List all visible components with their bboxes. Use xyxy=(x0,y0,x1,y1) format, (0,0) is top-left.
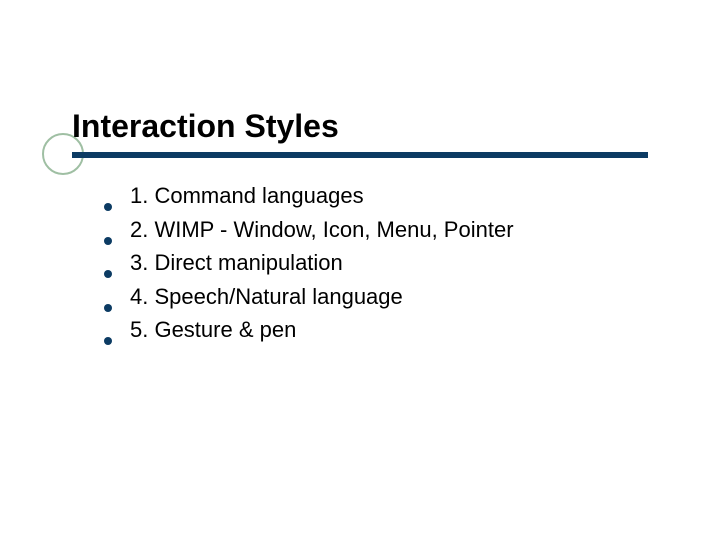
list-item: 4. Speech/Natural language xyxy=(104,283,644,312)
list-item: 2. WIMP - Window, Icon, Menu, Pointer xyxy=(104,216,644,245)
slide-title: Interaction Styles xyxy=(72,108,648,145)
bullet-icon xyxy=(104,237,112,245)
title-underline xyxy=(72,152,648,158)
list-item: 1. Command languages xyxy=(104,182,644,211)
slide-container: Interaction Styles 1. Command languages … xyxy=(0,0,720,540)
list-item-text: 4. Speech/Natural language xyxy=(130,283,403,312)
bullet-icon xyxy=(104,337,112,345)
list-item-text: 5. Gesture & pen xyxy=(130,316,296,345)
bullet-icon xyxy=(104,203,112,211)
title-area: Interaction Styles xyxy=(72,108,648,153)
list-item-text: 3. Direct manipulation xyxy=(130,249,343,278)
bullet-icon xyxy=(104,304,112,312)
list-item-text: 1. Command languages xyxy=(130,182,364,211)
list-item-text: 2. WIMP - Window, Icon, Menu, Pointer xyxy=(130,216,514,245)
list-item: 5. Gesture & pen xyxy=(104,316,644,345)
list-item: 3. Direct manipulation xyxy=(104,249,644,278)
content-area: 1. Command languages 2. WIMP - Window, I… xyxy=(104,182,644,350)
bullet-icon xyxy=(104,270,112,278)
